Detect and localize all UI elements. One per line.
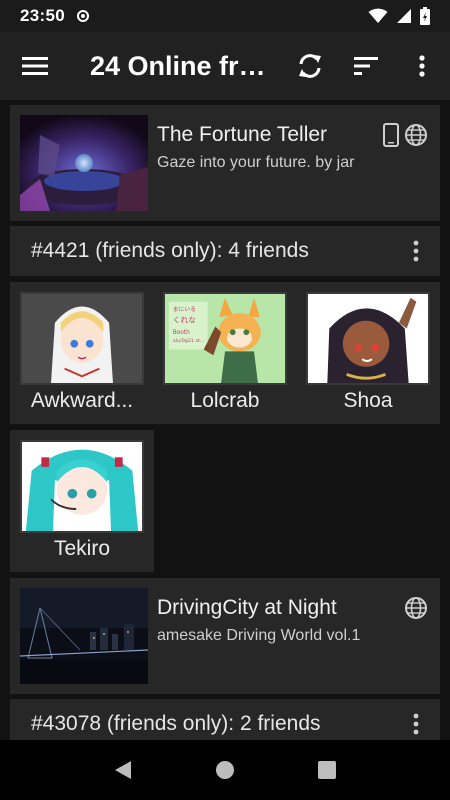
mobile-icon: [383, 123, 399, 147]
world-description: Gaze into your future. by jar: [157, 154, 355, 171]
globe-icon: [405, 124, 427, 146]
svg-text:alu/0g21 st...: alu/0g21 st...: [173, 338, 205, 344]
friend-avatar: [20, 440, 144, 533]
world-thumbnail: [20, 115, 148, 211]
instance-label: #43078 (friends only): 2 friends: [31, 712, 321, 735]
friend-tile[interactable]: まにいる くれな Booth alu/0g21 st... Lolcrab: [153, 282, 297, 424]
status-time: 23:50: [20, 6, 65, 25]
home-button[interactable]: [195, 740, 255, 800]
friend-name: Shoa: [343, 389, 393, 412]
friend-tile[interactable]: Tekiro: [10, 430, 154, 572]
recents-button[interactable]: [297, 740, 357, 800]
svg-text:まにいる: まにいる: [173, 306, 196, 313]
world-thumbnail: [20, 588, 148, 684]
sort-button[interactable]: [338, 32, 394, 100]
world-description: amesake Driving World vol.1: [157, 627, 361, 644]
refresh-button[interactable]: [282, 32, 338, 100]
sync-status-icon: [76, 10, 89, 22]
wifi-icon: [368, 8, 388, 23]
friend-name: Lolcrab: [190, 389, 260, 412]
page-title: 24 Online friends: [90, 50, 270, 81]
friend-name: Tekiro: [53, 537, 111, 560]
instance-row[interactable]: #43078 (friends only): 2 friends: [10, 699, 440, 740]
menu-button[interactable]: [0, 32, 70, 100]
instance-label: #4421 (friends only): 4 friends: [31, 239, 309, 262]
instance-more-button[interactable]: [404, 239, 428, 263]
svg-text:くれな: くれな: [173, 316, 197, 325]
system-nav-bar: [0, 740, 450, 800]
battery-icon: [420, 7, 430, 25]
friend-avatar: [20, 292, 144, 385]
hamburger-menu-icon: [22, 57, 48, 75]
friend-tile[interactable]: Shoa: [296, 282, 440, 424]
instance-more-button[interactable]: [404, 712, 428, 736]
platform-badges: [382, 123, 428, 147]
world-card[interactable]: The Fortune Teller Gaze into your future…: [10, 105, 440, 221]
refresh-icon: [299, 54, 321, 78]
instance-row[interactable]: #4421 (friends only): 4 friends: [10, 226, 440, 276]
sort-icon: [354, 57, 378, 75]
svg-text:Booth: Booth: [173, 330, 190, 336]
back-button[interactable]: [93, 740, 153, 800]
world-card[interactable]: DrivingCity at Night amesake Driving Wor…: [10, 578, 440, 694]
friend-avatar: [306, 292, 430, 385]
platform-badges: [404, 596, 428, 620]
more-vert-icon: [413, 240, 419, 262]
overflow-menu-button[interactable]: [394, 32, 450, 100]
signal-icon: [397, 9, 411, 23]
app-bar: 24 Online friends: [0, 32, 450, 100]
friend-name: Awkward...: [30, 389, 134, 412]
globe-icon: [405, 597, 427, 619]
friend-avatar: まにいる くれな Booth alu/0g21 st...: [163, 292, 287, 385]
status-bar: 23:50: [0, 0, 450, 32]
world-name: DrivingCity at Night: [157, 596, 337, 619]
world-name: The Fortune Teller: [157, 123, 328, 146]
friends-list[interactable]: The Fortune Teller Gaze into your future…: [0, 100, 450, 740]
friend-tile[interactable]: Awkward...: [10, 282, 154, 424]
more-vert-icon: [419, 55, 425, 77]
home-circle-icon: [216, 761, 234, 779]
back-triangle-icon: [115, 761, 131, 779]
more-vert-icon: [413, 713, 419, 735]
recents-square-icon: [318, 761, 336, 779]
